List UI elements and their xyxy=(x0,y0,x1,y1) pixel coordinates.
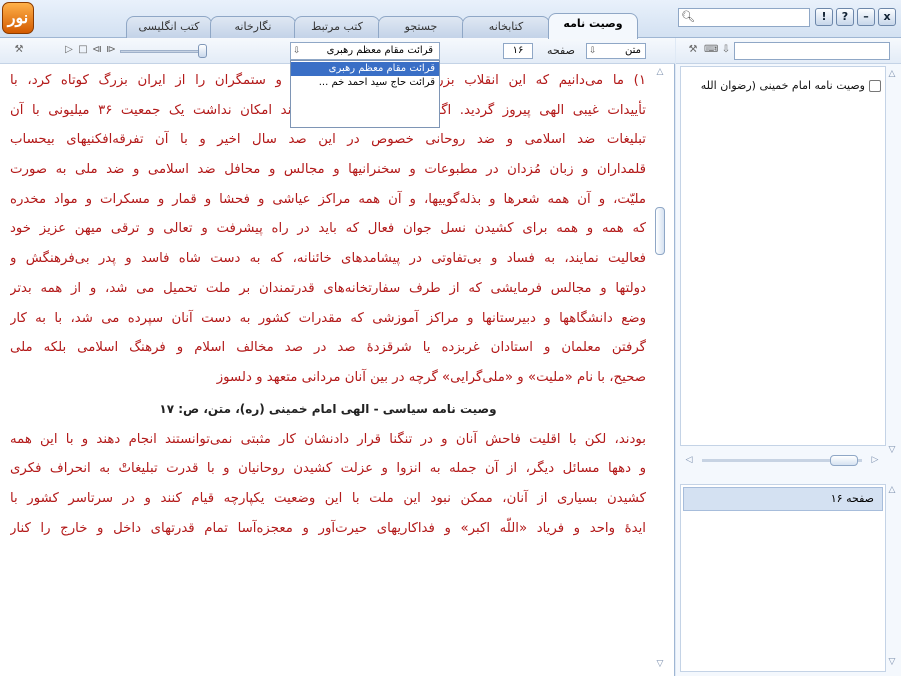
next-icon[interactable]: ⧐ xyxy=(105,43,117,57)
recitation-dropdown-list: قرائت مقام معظم رهبری قرائت حاج سید احمد… xyxy=(290,60,440,128)
keyboard-icon[interactable]: ⌨ xyxy=(704,43,718,57)
text-line: تبلیغات ضد اسلامی و ضد روحانی خصوص در ای… xyxy=(10,132,646,148)
recitation-option[interactable]: قرائت مقام معظم رهبری xyxy=(291,62,439,76)
search-icon[interactable]: 🔍︎ xyxy=(681,10,695,24)
info-button[interactable]: ! xyxy=(815,8,833,26)
volume-slider-thumb[interactable] xyxy=(198,44,207,58)
volume-slider-track[interactable] xyxy=(120,50,206,53)
tree-item-label: وصیت نامه امام خمینی (رضوان الله xyxy=(700,79,865,92)
recitation-option[interactable]: قرائت حاج سید احمد خم ... xyxy=(291,76,439,90)
tab-search[interactable]: جستجو xyxy=(378,16,464,38)
text-line: کشیدن بسیاری از آنان، ممکن نبود این ملت … xyxy=(10,490,646,506)
play-icon[interactable]: ▷ xyxy=(64,43,74,57)
scroll-up-icon[interactable]: △ xyxy=(885,68,899,80)
page-label: صفحه xyxy=(547,44,575,57)
text-line: که همه و همه برای کشیدن نسل جوان فعال که… xyxy=(10,221,646,237)
tree-horizontal-scrollbar[interactable]: ◁ ▷ xyxy=(682,453,882,467)
text-line: بودند، لکن با اقلیت فاحش آنان و در تنگنا… xyxy=(10,431,646,447)
chevron-down-icon[interactable]: ⇩ xyxy=(720,43,732,57)
page-footer: وصیت نامه سیاسی - الهی امام خمینی (ره)، … xyxy=(159,401,497,416)
tree-scrollbar[interactable]: △ ▽ xyxy=(886,68,898,458)
tab-gallery[interactable]: نگارخانه xyxy=(210,16,296,38)
text-line: و دهها مسائل دیگر، از آن جمله به انزوا و… xyxy=(10,461,646,477)
tree-search-input[interactable] xyxy=(734,42,890,60)
help-button[interactable]: ? xyxy=(836,8,854,26)
text-line: گرفتن معلمان و استادان غربزده یا شرقزدۀ … xyxy=(10,340,646,356)
close-button[interactable]: x xyxy=(878,8,896,26)
recitation-select[interactable]: ⇩ قرائت مقام معظم رهبری xyxy=(290,42,440,60)
text-line: صحیح، با نام «ملیت» و «ملی‌گرایی» گرچه د… xyxy=(216,369,646,385)
chevron-down-icon[interactable]: ⇩ xyxy=(293,43,301,59)
minimize-button[interactable]: – xyxy=(857,8,875,26)
scroll-right-icon[interactable]: ▷ xyxy=(868,454,882,466)
app-window: نور کتب انگلیسی نگارخانه کتب مرتبط جستجو… xyxy=(0,0,901,676)
text-line: قلمداران و زبان مُزدان در مطبوعات و سخنر… xyxy=(10,162,646,178)
text-line: ایدۀ واحد و فریاد «اللّه اکبر» و فداکاری… xyxy=(10,520,646,536)
text-line: وضع دانشگاهها و دبیرستانها و مراکز آموزش… xyxy=(10,310,646,326)
tab-library[interactable]: کتابخانه xyxy=(462,16,550,38)
bookmark-item[interactable]: صفحه ۱۶ xyxy=(683,487,883,511)
section-select[interactable]: ⇩ متن xyxy=(586,43,646,59)
page-number-input[interactable]: ۱۶ xyxy=(503,43,533,59)
text-line: دولتها و مجالس فرمایشی که از طرف سفارتخا… xyxy=(10,280,646,296)
section-selected: متن xyxy=(625,45,641,56)
recitation-selected: قرائت مقام معظم رهبری xyxy=(326,45,433,56)
app-logo-icon[interactable]: نور xyxy=(2,2,34,34)
contents-tree: وصیت نامه امام خمینی (رضوان الله xyxy=(680,66,886,446)
search-input[interactable] xyxy=(678,8,810,27)
document-panel: ⚒ ▷ □ ⧏ ⧐ ⇩ قرائت مقام معظم رهبری ۱۶ صفح… xyxy=(0,38,675,676)
text-line: فعالیت نمایند، به فساد و بی‌تفاوتی در پی… xyxy=(10,251,646,267)
bookmark-scrollbar[interactable]: △ ▽ xyxy=(886,484,898,672)
side-panel: ⚒ ⌨ ⇩ وصیت نامه امام خمینی (رضوان الله △… xyxy=(676,38,901,676)
scroll-down-icon[interactable]: ▽ xyxy=(653,658,667,670)
title-bar: نور کتب انگلیسی نگارخانه کتب مرتبط جستجو… xyxy=(0,0,901,39)
scroll-down-icon[interactable]: ▽ xyxy=(885,444,899,456)
book-icon xyxy=(869,80,881,92)
scroll-left-icon[interactable]: ◁ xyxy=(682,454,696,466)
document-scrollbar[interactable]: △ ▽ xyxy=(652,64,668,676)
scroll-down-icon[interactable]: ▽ xyxy=(885,656,899,668)
settings-icon[interactable]: ⚒ xyxy=(12,43,26,57)
tab-english-books[interactable]: کتب انگلیسی xyxy=(126,16,212,38)
bookmark-list: صفحه ۱۶ xyxy=(680,484,886,672)
chevron-down-icon[interactable]: ⇩ xyxy=(589,44,597,58)
text-line: ملیّت، و آن همه شعرها و بذله‌گوییها، و آ… xyxy=(10,191,646,207)
scrollbar-thumb[interactable] xyxy=(830,455,858,466)
tab-related-books[interactable]: کتب مرتبط xyxy=(294,16,380,38)
previous-icon[interactable]: ⧏ xyxy=(91,43,103,57)
scrollbar-thumb[interactable] xyxy=(655,207,665,255)
scroll-up-icon[interactable]: △ xyxy=(885,484,899,496)
tree-item[interactable]: وصیت نامه امام خمینی (رضوان الله xyxy=(685,77,881,95)
settings-icon[interactable]: ⚒ xyxy=(686,43,700,57)
document-text: ۱) ما می‌دانیم که این انقلاب بزرگ که دست… xyxy=(10,66,646,672)
tab-testament[interactable]: وصیت نامه xyxy=(548,13,638,39)
stop-icon[interactable]: □ xyxy=(78,43,88,57)
tree-toolbar: ⚒ ⌨ ⇩ xyxy=(676,38,901,64)
scroll-up-icon[interactable]: △ xyxy=(653,66,667,78)
